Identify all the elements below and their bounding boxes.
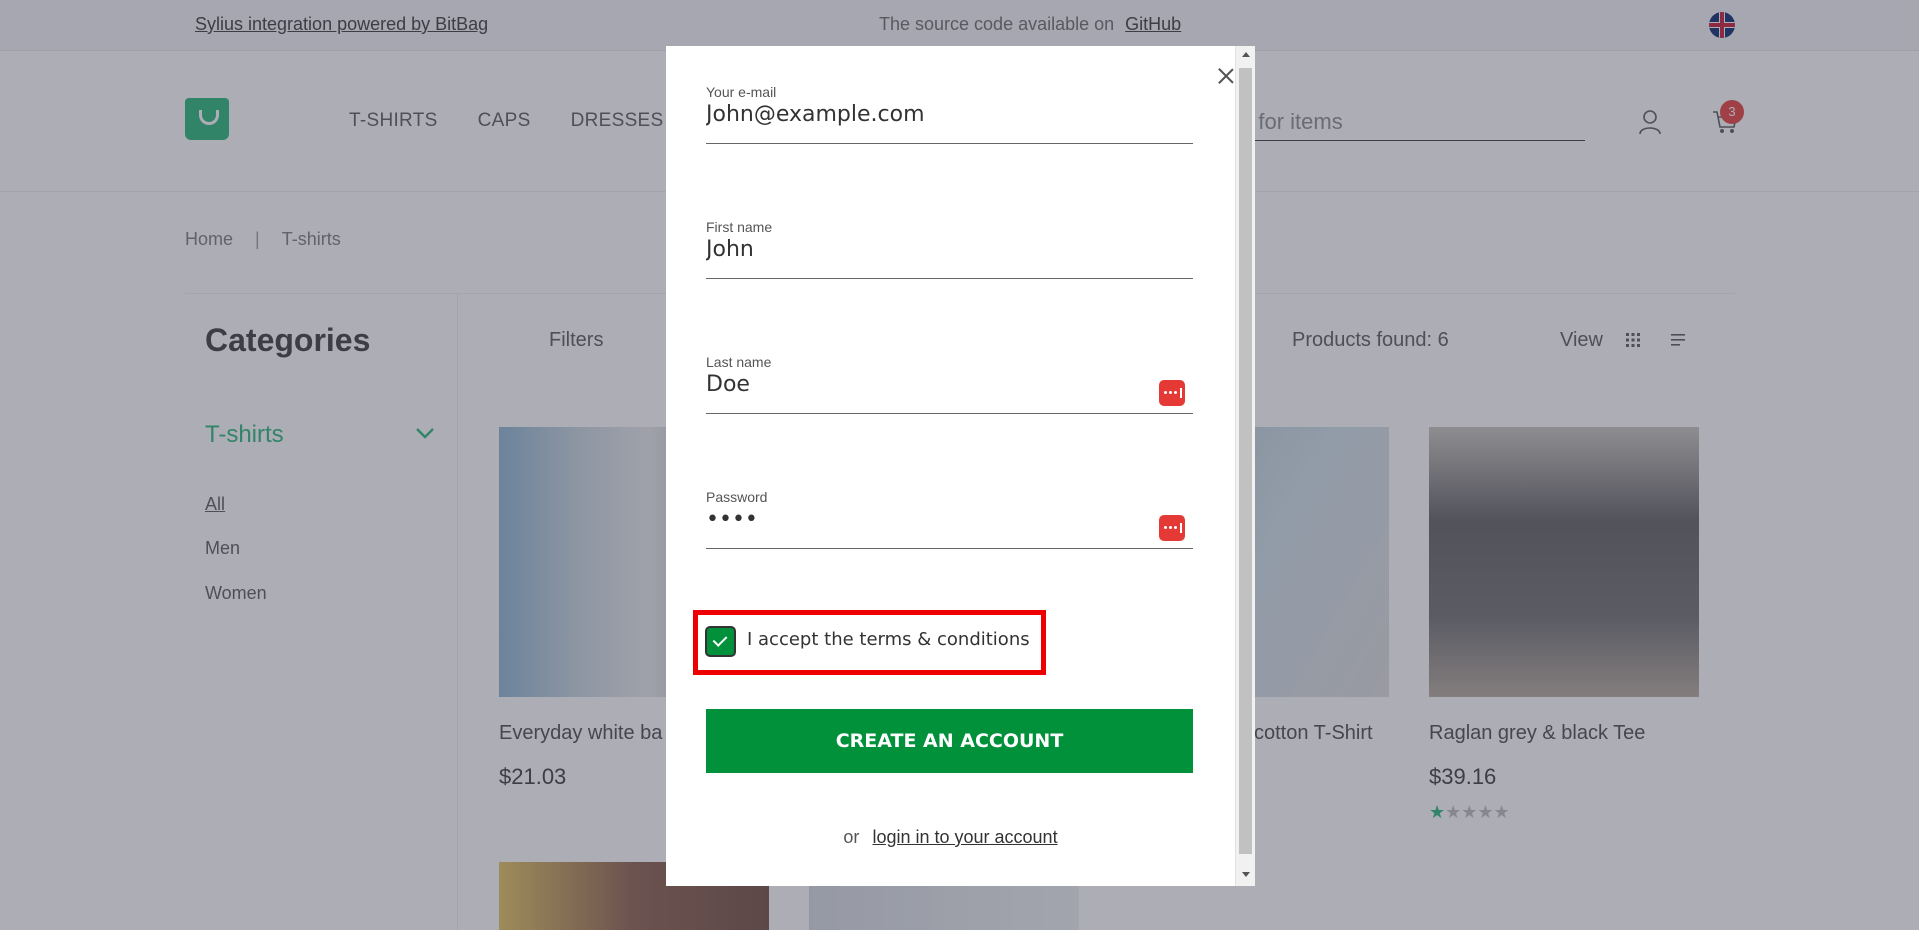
last-name-input[interactable] (706, 372, 1146, 397)
first-name-field: First name (706, 219, 1193, 279)
register-modal: Your e-mail First name Last name Passwor… (666, 46, 1255, 886)
terms-checkbox[interactable] (705, 626, 736, 657)
password-manager-icon[interactable] (1159, 380, 1185, 406)
first-name-label: First name (706, 219, 773, 235)
password-manager-icon[interactable] (1159, 515, 1185, 541)
terms-label[interactable]: I accept the terms & conditions (747, 629, 1030, 650)
create-account-button[interactable]: CREATE AN ACCOUNT (706, 709, 1193, 773)
password-input[interactable] (706, 507, 1146, 532)
terms-highlight: I accept the terms & conditions (693, 610, 1046, 675)
email-field: Your e-mail (706, 84, 1193, 144)
login-row: or login in to your account (666, 827, 1235, 848)
scroll-up-arrow-icon[interactable] (1242, 52, 1250, 57)
last-name-field: Last name (706, 354, 1193, 414)
login-prefix: or (843, 827, 860, 847)
password-label: Password (706, 489, 768, 505)
first-name-input[interactable] (706, 237, 1146, 262)
email-label: Your e-mail (706, 84, 777, 100)
login-link[interactable]: login in to your account (872, 827, 1057, 847)
password-field: Password (706, 489, 1193, 549)
email-input[interactable] (706, 102, 1146, 127)
last-name-label: Last name (706, 354, 772, 370)
scroll-thumb[interactable] (1239, 68, 1252, 854)
modal-scrollbar[interactable] (1235, 46, 1255, 886)
scroll-down-arrow-icon[interactable] (1242, 872, 1250, 877)
